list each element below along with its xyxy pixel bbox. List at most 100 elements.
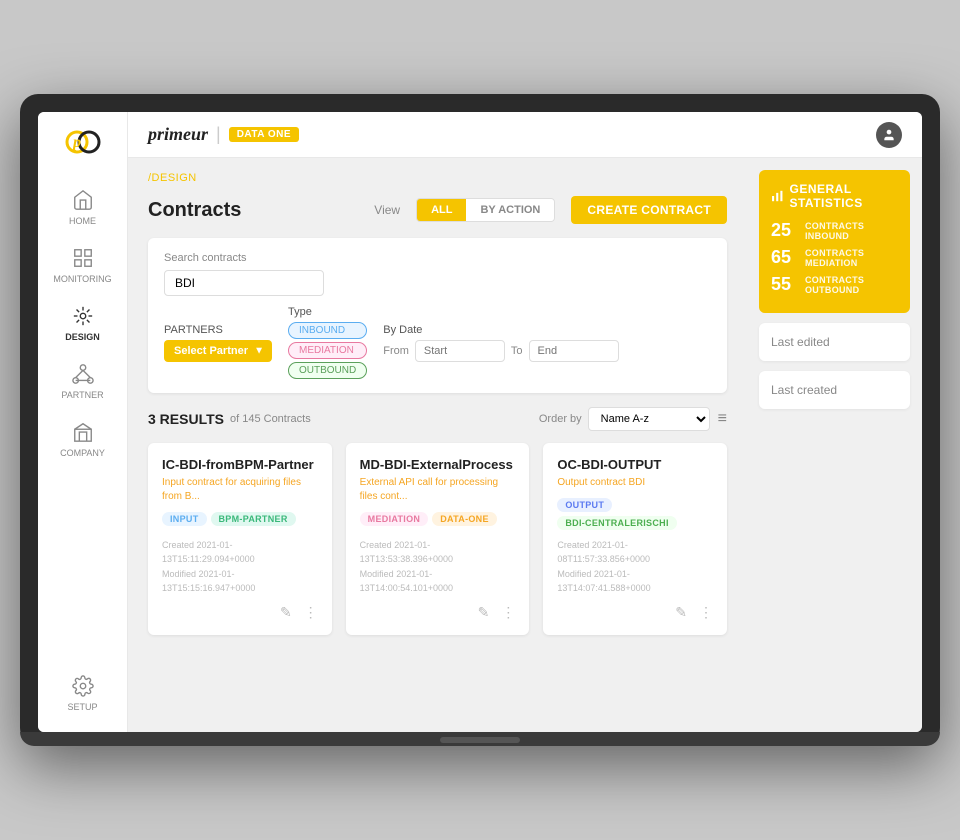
contract-card-0: IC-BDI-fromBPM-Partner Input contract fo… — [148, 443, 332, 635]
type-label: Type — [288, 306, 367, 318]
sidebar-item-monitoring-label: MONITORING — [53, 274, 111, 284]
date-to-input[interactable] — [529, 340, 619, 362]
data-one-badge: DATA ONE — [229, 127, 299, 142]
contract-tags-2: OUTPUT BDI-CENTRALERISCHI — [557, 498, 713, 530]
partners-label: PARTNERS — [164, 324, 272, 336]
stat-number-2: 55 — [771, 274, 799, 295]
sidebar-item-partner-label: PARTNER — [61, 390, 103, 400]
partner-select-wrapper: Select Partner ▼ — [164, 340, 272, 362]
tag-mediation-1[interactable]: MEDIATION — [360, 512, 429, 526]
partner-icon — [71, 362, 95, 386]
stat-row-1: 65 CONTRACTS MEDIATION — [771, 247, 898, 268]
tag-bpm-0[interactable]: BPM-PARTNER — [211, 512, 296, 526]
view-all-btn[interactable]: ALL — [417, 199, 466, 221]
top-bar: primeur | DATA ONE — [128, 112, 922, 158]
date-from-input[interactable] — [415, 340, 505, 362]
contract-name-0: IC-BDI-fromBPM-Partner — [162, 457, 318, 472]
last-edited-label: Last edited — [771, 335, 830, 349]
edit-icon-0[interactable]: ✎ — [280, 604, 292, 621]
order-by-label: Order by — [539, 413, 582, 425]
last-created-label: Last created — [771, 383, 837, 397]
more-icon-2[interactable]: ⋮ — [699, 604, 713, 621]
edit-icon-2[interactable]: ✎ — [675, 604, 687, 621]
type-chip-outbound[interactable]: OUTBOUND — [288, 362, 367, 379]
contract-dates-0: Created 2021-01-13T15:11:29.094+0000 Mod… — [162, 538, 318, 596]
stat-number-0: 25 — [771, 220, 799, 241]
contract-desc-1: External API call for processing files c… — [360, 476, 516, 504]
contract-tags-0: INPUT BPM-PARTNER — [162, 512, 318, 526]
page-area: /DESIGN Contracts View ALL BY ACTION CRE… — [128, 158, 922, 732]
type-filter: Type INBOUND MEDIATION OUTBOUND — [288, 306, 367, 379]
contract-actions-1: ✎ ⋮ — [360, 604, 516, 621]
stat-row-0: 25 CONTRACTS INBOUND — [771, 220, 898, 241]
filters-row: PARTNERS Select Partner ▼ Typ — [164, 306, 711, 379]
breadcrumb: /DESIGN — [148, 172, 727, 184]
results-count: 3 RESULTS — [148, 411, 224, 427]
more-icon-0[interactable]: ⋮ — [304, 604, 318, 621]
sidebar-item-monitoring[interactable]: MONITORING — [38, 236, 127, 294]
search-input[interactable] — [164, 270, 324, 296]
stat-label-0: CONTRACTS INBOUND — [805, 221, 898, 241]
bar-chart-icon — [771, 188, 783, 204]
contract-desc-0: Input contract for acquiring files from … — [162, 476, 318, 504]
contract-card-2: OC-BDI-OUTPUT Output contract BDI OUTPUT… — [543, 443, 727, 635]
more-icon-1[interactable]: ⋮ — [501, 604, 515, 621]
right-panel: General statistics 25 CONTRACTS INBOUND … — [747, 158, 922, 732]
stat-label-1: CONTRACTS MEDIATION — [805, 248, 898, 268]
contract-name-1: MD-BDI-ExternalProcess — [360, 457, 516, 472]
sidebar-item-partner[interactable]: PARTNER — [38, 352, 127, 410]
create-contract-button[interactable]: CREATE CONTRACT — [571, 196, 727, 224]
view-by-action-btn[interactable]: BY ACTION — [466, 199, 554, 221]
partners-filter: PARTNERS Select Partner ▼ — [164, 324, 272, 362]
svg-text:p: p — [71, 134, 81, 151]
stat-number-1: 65 — [771, 247, 799, 268]
content-panel: /DESIGN Contracts View ALL BY ACTION CRE… — [128, 158, 747, 732]
stat-row-2: 55 CONTRACTS OUTBOUND — [771, 274, 898, 295]
sidebar-item-setup-label: SETUP — [67, 702, 97, 712]
sidebar-item-company[interactable]: COMPANY — [38, 410, 127, 468]
contract-dates-2: Created 2021-01-08T11:57:33.856+0000 Mod… — [557, 538, 713, 596]
contract-dates-1: Created 2021-01-13T13:53:38.396+0000 Mod… — [360, 538, 516, 596]
last-created-card: Last created — [759, 371, 910, 409]
list-view-icon[interactable]: ≡ — [718, 410, 727, 428]
view-label: View — [374, 203, 400, 217]
results-header: 3 RESULTS of 145 Contracts Order by Name… — [148, 407, 727, 431]
contract-actions-0: ✎ ⋮ — [162, 604, 318, 621]
contract-card-1: MD-BDI-ExternalProcess External API call… — [346, 443, 530, 635]
page-header: Contracts View ALL BY ACTION CREATE CONT… — [148, 196, 727, 224]
contract-desc-2: Output contract BDI — [557, 476, 713, 490]
type-chips: INBOUND MEDIATION OUTBOUND — [288, 322, 367, 379]
logo-area: primeur | DATA ONE — [148, 124, 299, 145]
sidebar-item-design-label: DESIGN — [65, 332, 100, 342]
main-content: primeur | DATA ONE /DESIGN — [128, 112, 922, 732]
design-icon — [71, 304, 95, 328]
monitoring-icon — [71, 246, 95, 270]
view-toggle: ALL BY ACTION — [416, 198, 555, 222]
search-area: Search contracts PARTNERS Select Partner — [148, 238, 727, 393]
user-avatar[interactable] — [876, 122, 902, 148]
order-select[interactable]: Name A-z Name Z-a Date Created Date Modi… — [588, 407, 710, 431]
results-total: of 145 Contracts — [230, 413, 311, 425]
type-chip-mediation[interactable]: MEDIATION — [288, 342, 367, 359]
stats-card-header: General statistics — [771, 182, 898, 210]
tag-bdi-2[interactable]: BDI-CENTRALERISCHI — [557, 516, 676, 530]
sidebar-item-design[interactable]: DESIGN — [38, 294, 127, 352]
date-row: From To — [383, 340, 618, 362]
tag-data-one-1[interactable]: DATA-ONE — [432, 512, 497, 526]
contract-actions-2: ✎ ⋮ — [557, 604, 713, 621]
tag-input-0[interactable]: INPUT — [162, 512, 207, 526]
sidebar-item-home[interactable]: HOME — [38, 178, 127, 236]
partner-select[interactable]: Select Partner — [164, 340, 272, 362]
edit-icon-1[interactable]: ✎ — [478, 604, 490, 621]
to-label: To — [511, 345, 523, 357]
tag-output-2[interactable]: OUTPUT — [557, 498, 612, 512]
type-chip-inbound[interactable]: INBOUND — [288, 322, 367, 339]
app-logo: p — [63, 122, 103, 162]
date-filter: By Date From To — [383, 324, 618, 362]
stats-card: General statistics 25 CONTRACTS INBOUND … — [759, 170, 910, 313]
stat-label-2: CONTRACTS OUTBOUND — [805, 275, 898, 295]
sidebar-item-setup[interactable]: SETUP — [38, 664, 127, 722]
last-edited-card: Last edited — [759, 323, 910, 361]
contract-name-2: OC-BDI-OUTPUT — [557, 457, 713, 472]
date-label: By Date — [383, 324, 618, 336]
